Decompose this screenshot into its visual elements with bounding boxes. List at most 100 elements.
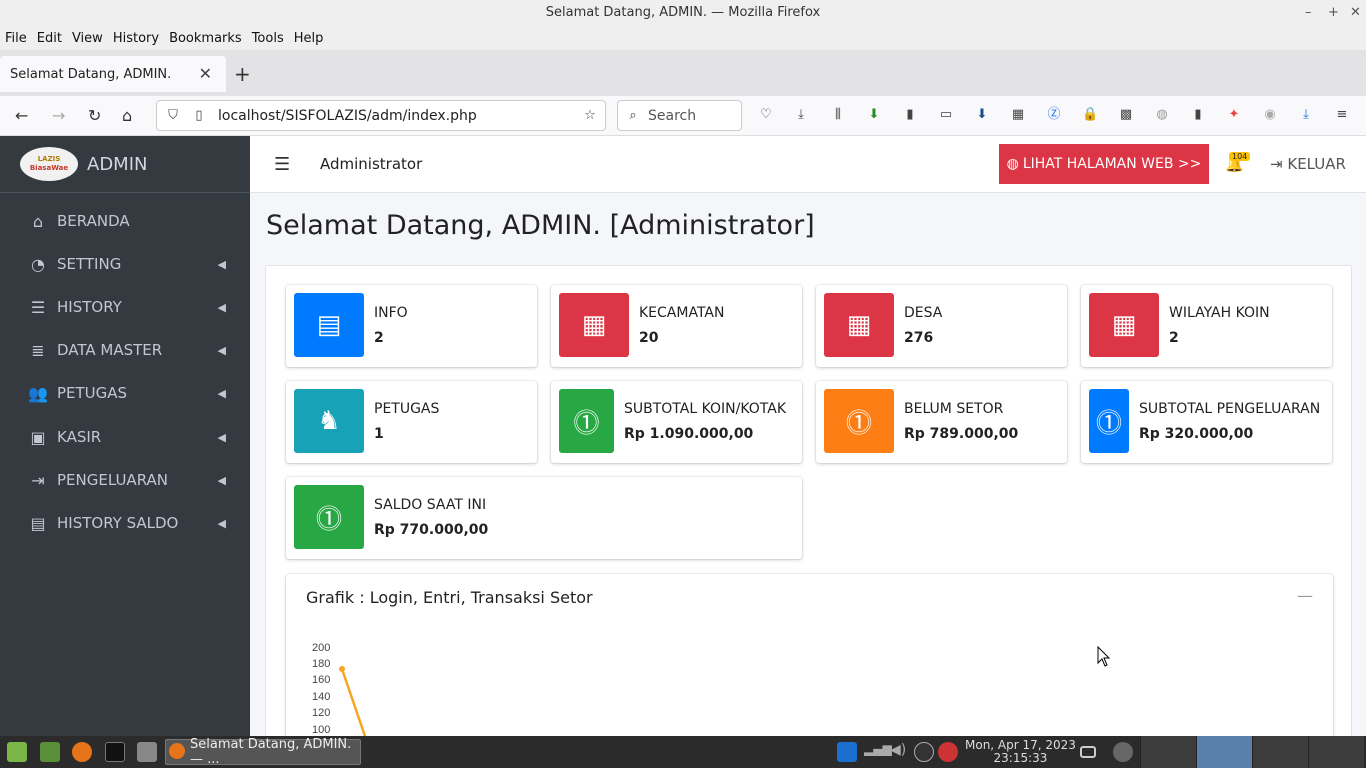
clock[interactable]: Mon, Apr 17, 2023 23:15:33 bbox=[965, 739, 1076, 765]
menu-view[interactable]: View bbox=[72, 31, 103, 46]
y-tick-label: 100 bbox=[312, 724, 331, 736]
chevron-left-icon: ◀ bbox=[217, 257, 226, 271]
close-window-button[interactable]: ✕ bbox=[1350, 0, 1361, 26]
info-box-desa[interactable]: ▦ DESA 276 bbox=[816, 285, 1067, 367]
sidebar-toggle-icon[interactable]: ☰ bbox=[274, 154, 290, 175]
download-blue-icon[interactable]: ⤓ bbox=[1298, 107, 1314, 123]
firefox-launcher-icon[interactable] bbox=[72, 742, 92, 762]
menu-file[interactable]: File bbox=[5, 31, 27, 46]
workspace-3[interactable] bbox=[1252, 736, 1308, 768]
url-bar[interactable]: ⛉ ▯ localhost/SISFOLAZIS/adm/index.php ☆ bbox=[156, 100, 606, 131]
bluetooth-icon[interactable] bbox=[837, 742, 857, 762]
reload-icon[interactable]: ↻ bbox=[88, 106, 101, 125]
main-content: Selamat Datang, ADMIN. [Administrator] ▤… bbox=[250, 193, 1366, 736]
taskbar-window-firefox[interactable]: Selamat Datang, ADMIN. — ... bbox=[165, 737, 361, 767]
sidebar-item-label: BERANDA bbox=[57, 212, 130, 230]
maximize-button[interactable]: + bbox=[1328, 0, 1339, 26]
reader-icon[interactable]: ▭ bbox=[938, 107, 954, 123]
globe-icon: ◍ bbox=[1006, 156, 1019, 172]
info-box-label: DESA bbox=[904, 305, 943, 321]
menu-help[interactable]: Help bbox=[294, 31, 324, 46]
info-box-saldo-saat-ini[interactable]: ⓵ SALDO SAAT INI Rp 770.000,00 bbox=[286, 477, 802, 559]
info-box-wilayah-koin[interactable]: ▦ WILAYAH KOIN 2 bbox=[1081, 285, 1332, 367]
minimize-button[interactable]: – bbox=[1305, 0, 1312, 26]
colorful-extension-icon[interactable]: ✦ bbox=[1226, 107, 1242, 123]
zoom-extension-icon[interactable]: Ⓩ bbox=[1046, 107, 1062, 123]
info-box-info[interactable]: ▤ INFO 2 bbox=[286, 285, 537, 367]
menu-tools[interactable]: Tools bbox=[252, 31, 284, 46]
sidebar-item-history-saldo[interactable]: ▤ HISTORY SALDO ◀ bbox=[0, 503, 250, 543]
sidebar-item-beranda[interactable]: ⌂ BERANDA bbox=[0, 201, 250, 241]
forward-icon[interactable]: → bbox=[52, 106, 65, 125]
hamburger-menu-icon[interactable]: ≡ bbox=[1334, 107, 1350, 123]
shield-icon[interactable]: ⛉ bbox=[165, 108, 181, 124]
chevron-left-icon: ◀ bbox=[217, 473, 226, 487]
view-website-button[interactable]: ◍ LIHAT HALAMAN WEB >> bbox=[999, 144, 1209, 184]
pocket-icon[interactable]: ♡ bbox=[758, 107, 774, 123]
notification-badge: 104 bbox=[1229, 152, 1251, 161]
app-icon[interactable] bbox=[137, 742, 157, 762]
info-box-value: Rp 1.090.000,00 bbox=[624, 426, 754, 442]
info-box-label: SUBTOTAL PENGELUARAN bbox=[1139, 401, 1321, 417]
downloads-icon[interactable]: ⤓ bbox=[793, 107, 809, 123]
info-extension-icon[interactable]: ▮ bbox=[902, 107, 918, 123]
info-box-value: 20 bbox=[639, 330, 659, 346]
sidebar-item-data-master[interactable]: ≣ DATA MASTER ◀ bbox=[0, 330, 250, 370]
globe-extension-icon[interactable]: ◍ bbox=[1154, 107, 1170, 123]
collapse-icon[interactable]: — bbox=[1297, 586, 1313, 605]
back-icon[interactable]: ← bbox=[15, 106, 28, 125]
menu-edit[interactable]: Edit bbox=[37, 31, 62, 46]
sidebar-item-setting[interactable]: ◔ SETTING ◀ bbox=[0, 244, 250, 284]
user-icon[interactable] bbox=[1113, 742, 1133, 762]
sidebar-item-pengeluaran[interactable]: ⇥ PENGELUARAN ◀ bbox=[0, 460, 250, 500]
library-icon[interactable]: ⫼ bbox=[830, 107, 846, 123]
tab-close-icon[interactable]: ✕ bbox=[199, 64, 212, 83]
grid-extension-icon[interactable]: ▦ bbox=[1010, 107, 1026, 123]
info-box-kecamatan[interactable]: ▦ KECAMATAN 20 bbox=[551, 285, 802, 367]
home-icon[interactable]: ⌂ bbox=[122, 106, 132, 125]
brand-logo-line2: BiasaWae bbox=[29, 164, 69, 172]
sidebar-item-label: PETUGAS bbox=[57, 384, 128, 402]
workspace-1[interactable] bbox=[1140, 736, 1196, 768]
mint-menu-icon[interactable] bbox=[7, 742, 27, 762]
bookmark-star-icon[interactable]: ☆ bbox=[582, 108, 598, 124]
tab-bar: Selamat Datang, ADMIN. ✕ + bbox=[0, 50, 1366, 96]
network-icon[interactable]: ▂▄▆ bbox=[864, 742, 892, 762]
qr-code-icon[interactable]: ▩ bbox=[1118, 107, 1134, 123]
sidebar-item-history[interactable]: ☰ HISTORY ◀ bbox=[0, 287, 250, 327]
sidebar-item-kasir[interactable]: ▣ KASIR ◀ bbox=[0, 417, 250, 457]
sign-out-icon: ⇥ bbox=[1270, 155, 1283, 173]
sidebar-item-label: DATA MASTER bbox=[57, 341, 163, 359]
terminal-icon[interactable] bbox=[105, 742, 125, 762]
info-box-subtotal-pengeluaran[interactable]: ⓵ SUBTOTAL PENGELUARAN Rp 320.000,00 bbox=[1081, 381, 1332, 463]
workspace-2[interactable] bbox=[1196, 736, 1252, 768]
update-shield-icon[interactable] bbox=[938, 742, 958, 762]
volume-icon[interactable]: ◀) bbox=[890, 742, 910, 762]
sidebar-brand[interactable]: LAZIS BiasaWae ADMIN bbox=[0, 136, 250, 193]
download-green-icon[interactable]: ⬇ bbox=[866, 107, 882, 123]
home-icon: ⌂ bbox=[32, 211, 44, 231]
url-text[interactable]: localhost/SISFOLAZIS/adm/index.php bbox=[218, 108, 477, 124]
admin-label[interactable]: Administrator bbox=[320, 155, 422, 173]
save-extension-icon[interactable]: ⬇ bbox=[974, 107, 990, 123]
chart-title: Grafik : Login, Entri, Transaksi Setor bbox=[306, 588, 593, 607]
battery-icon[interactable] bbox=[1080, 746, 1096, 758]
menu-history[interactable]: History bbox=[113, 31, 159, 46]
sidebar-item-petugas[interactable]: 👥 PETUGAS ◀ bbox=[0, 373, 250, 413]
lock-extension-icon[interactable]: 🔒 bbox=[1082, 107, 1098, 123]
search-input[interactable]: ⌕ Search bbox=[617, 100, 742, 131]
menu-bookmarks[interactable]: Bookmarks bbox=[169, 31, 242, 46]
y-tick-label: 120 bbox=[312, 707, 331, 719]
workspace-4[interactable] bbox=[1308, 736, 1364, 768]
logout-button[interactable]: ⇥ KELUAR bbox=[1270, 155, 1346, 173]
extension-icon[interactable]: ▮ bbox=[1190, 107, 1206, 123]
chart-plot bbox=[339, 666, 367, 736]
info-box-subtotal-koin-kotak[interactable]: ⓵ SUBTOTAL KOIN/KOTAK Rp 1.090.000,00 bbox=[551, 381, 802, 463]
bluetooth-status-icon[interactable] bbox=[914, 742, 934, 762]
files-icon[interactable] bbox=[40, 742, 60, 762]
browser-tab[interactable]: Selamat Datang, ADMIN. ✕ bbox=[0, 56, 226, 92]
info-box-petugas[interactable]: ♞ PETUGAS 1 bbox=[286, 381, 537, 463]
new-tab-icon[interactable]: + bbox=[234, 62, 251, 86]
info-box-belum-setor[interactable]: ⓵ BELUM SETOR Rp 789.000,00 bbox=[816, 381, 1067, 463]
record-extension-icon[interactable]: ◉ bbox=[1262, 107, 1278, 123]
